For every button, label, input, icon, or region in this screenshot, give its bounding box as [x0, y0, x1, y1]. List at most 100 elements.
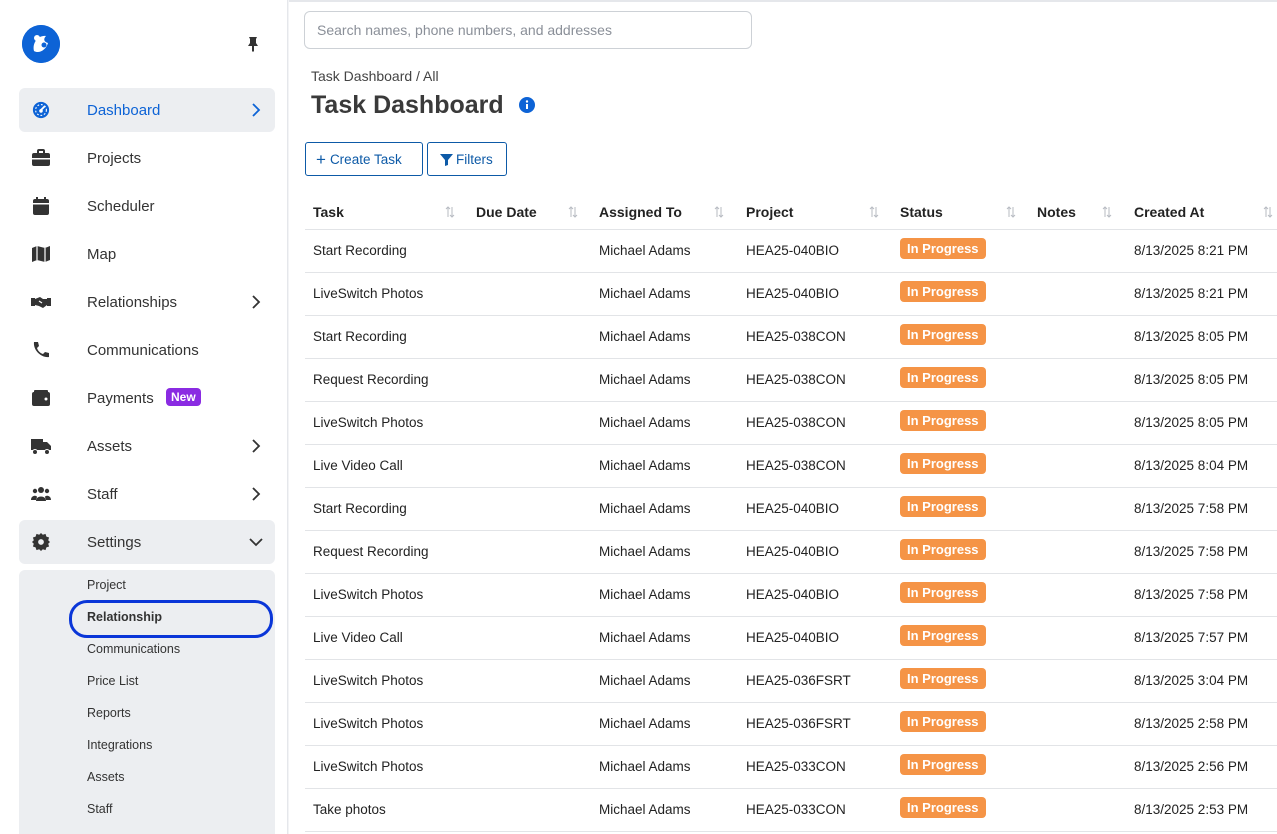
settings-submenu: Project Relationship Communications Price L… [19, 570, 275, 834]
sidebar-nav: Dashboard Projects Scheduler Map Relationshi… [19, 88, 275, 568]
dashboard-gauge-icon [31, 101, 51, 119]
sidebar-item-label: Settings [87, 534, 142, 551]
column-header-task[interactable]: Task [313, 204, 344, 220]
cell-created-at: 8/13/2025 7:57 PM [1134, 630, 1249, 645]
column-header-due-date[interactable]: Due Date [476, 204, 537, 220]
status-badge: In Progress [900, 754, 986, 775]
sort-icon[interactable] [714, 206, 724, 218]
status-badge: In Progress [900, 711, 986, 732]
settings-subitem-communications[interactable]: Communications [87, 642, 180, 656]
settings-subitem-staff[interactable]: Staff [87, 802, 112, 816]
cell-created-at: 8/13/2025 2:56 PM [1134, 759, 1249, 774]
cell-created-at: 8/13/2025 7:58 PM [1134, 501, 1249, 516]
sort-icon[interactable] [869, 206, 879, 218]
sort-icon[interactable] [445, 206, 455, 218]
settings-subitem-price-list[interactable]: Price List [87, 674, 138, 688]
table-row[interactable]: LiveSwitch Photos Michael Adams HEA25-036F… [305, 660, 1277, 703]
sidebar-item-projects[interactable]: Projects [19, 136, 275, 180]
cell-assigned-to: Michael Adams [599, 243, 691, 258]
sidebar-item-payments[interactable]: Payments New [19, 376, 275, 420]
sidebar-item-scheduler[interactable]: Scheduler [19, 184, 275, 228]
status-badge: In Progress [900, 238, 986, 259]
chevron-right-icon [249, 487, 263, 501]
cell-project: HEA25-040BIO [746, 630, 840, 645]
cell-task: Start Recording [313, 243, 407, 258]
sort-icon[interactable] [1006, 206, 1016, 218]
table-row[interactable]: LiveSwitch Photos Michael Adams HEA25-040B… [305, 574, 1277, 617]
chevron-right-icon [249, 295, 263, 309]
cell-project: HEA25-038CON [746, 415, 846, 430]
settings-subitem-relationship[interactable]: Relationship [87, 610, 162, 624]
sidebar-item-map[interactable]: Map [19, 232, 275, 276]
filters-button[interactable]: Filters [427, 142, 507, 176]
table-row[interactable]: LiveSwitch Photos Michael Adams HEA25-036F… [305, 703, 1277, 746]
cell-assigned-to: Michael Adams [599, 759, 691, 774]
column-header-status[interactable]: Status [900, 204, 943, 220]
phone-icon [31, 341, 51, 359]
table-row[interactable]: Live Video Call Michael Adams HEA25-038CON… [305, 445, 1277, 488]
table-row[interactable]: LiveSwitch Photos Michael Adams HEA25-040B… [305, 273, 1277, 316]
cell-task: Live Video Call [313, 458, 403, 473]
info-icon[interactable] [519, 97, 535, 113]
app-logo-icon[interactable] [22, 25, 60, 63]
sidebar-item-label: Dashboard [87, 102, 161, 119]
cell-project: HEA25-036FSRT [746, 673, 851, 688]
settings-subitem-assets[interactable]: Assets [87, 770, 125, 784]
column-header-notes[interactable]: Notes [1037, 204, 1076, 220]
pin-icon[interactable] [246, 36, 260, 52]
main-content: Task Dashboard / All Task Dashboard + Cr… [289, 0, 1277, 834]
column-header-created-at[interactable]: Created At [1134, 204, 1204, 220]
sidebar-item-staff[interactable]: Staff [19, 472, 275, 516]
sort-icon[interactable] [568, 206, 578, 218]
cell-assigned-to: Michael Adams [599, 544, 691, 559]
filter-icon [440, 153, 453, 166]
cell-project: HEA25-038CON [746, 372, 846, 387]
cell-project: HEA25-038CON [746, 329, 846, 344]
search-input[interactable] [304, 11, 752, 49]
truck-icon [31, 437, 51, 455]
sort-icon[interactable] [1102, 206, 1112, 218]
column-header-project[interactable]: Project [746, 204, 793, 220]
sidebar: Dashboard Projects Scheduler Map Relationshi… [0, 0, 288, 834]
sidebar-item-label: Payments [87, 390, 154, 407]
settings-subitem-project[interactable]: Project [87, 578, 126, 592]
table-row[interactable]: Live Video Call Michael Adams HEA25-040BIO… [305, 617, 1277, 660]
cell-created-at: 8/13/2025 2:58 PM [1134, 716, 1249, 731]
table-row[interactable]: Request Recording Michael Adams HEA25-040B… [305, 531, 1277, 574]
chevron-down-icon [249, 535, 263, 549]
sidebar-item-relationships[interactable]: Relationships [19, 280, 275, 324]
sidebar-item-label: Projects [87, 150, 142, 167]
table-row[interactable]: Start Recording Michael Adams HEA25-040BIO… [305, 488, 1277, 531]
cell-assigned-to: Michael Adams [599, 286, 691, 301]
table-row[interactable]: Start Recording Michael Adams HEA25-038CON… [305, 316, 1277, 359]
cell-created-at: 8/13/2025 8:05 PM [1134, 415, 1249, 430]
cell-project: HEA25-033CON [746, 802, 846, 817]
settings-subitem-integrations[interactable]: Integrations [87, 738, 152, 752]
cell-created-at: 8/13/2025 8:21 PM [1134, 286, 1249, 301]
status-badge: In Progress [900, 668, 986, 689]
sidebar-item-dashboard[interactable]: Dashboard [19, 88, 275, 132]
cell-task: Start Recording [313, 501, 407, 516]
cell-project: HEA25-040BIO [746, 286, 840, 301]
sidebar-item-assets[interactable]: Assets [19, 424, 275, 468]
sort-icon[interactable] [1263, 206, 1273, 218]
table-row[interactable]: Request Recording Michael Adams HEA25-038C… [305, 359, 1277, 402]
sidebar-item-label: Relationships [87, 294, 178, 311]
column-header-assigned-to[interactable]: Assigned To [599, 204, 682, 220]
table-row[interactable]: LiveSwitch Photos Michael Adams HEA25-033C… [305, 746, 1277, 789]
sidebar-item-settings[interactable]: Settings [19, 520, 275, 564]
cell-created-at: 8/13/2025 8:21 PM [1134, 243, 1249, 258]
table-row[interactable]: LiveSwitch Photos Michael Adams HEA25-038C… [305, 402, 1277, 445]
table-row[interactable]: Take photos Michael Adams HEA25-033CON In P… [305, 789, 1277, 832]
task-table: Task Due Date Assigned To Project Status Note… [305, 196, 1277, 832]
create-task-button[interactable]: + Create Task [305, 142, 423, 176]
cell-created-at: 8/13/2025 8:04 PM [1134, 458, 1249, 473]
sidebar-item-communications[interactable]: Communications [19, 328, 275, 372]
status-badge: In Progress [900, 582, 986, 603]
settings-subitem-reports[interactable]: Reports [87, 706, 131, 720]
status-badge: In Progress [900, 453, 986, 474]
cell-task: LiveSwitch Photos [313, 415, 424, 430]
table-row[interactable]: Start Recording Michael Adams HEA25-040BIO… [305, 230, 1277, 273]
cell-task: LiveSwitch Photos [313, 759, 424, 774]
map-icon [31, 245, 51, 263]
